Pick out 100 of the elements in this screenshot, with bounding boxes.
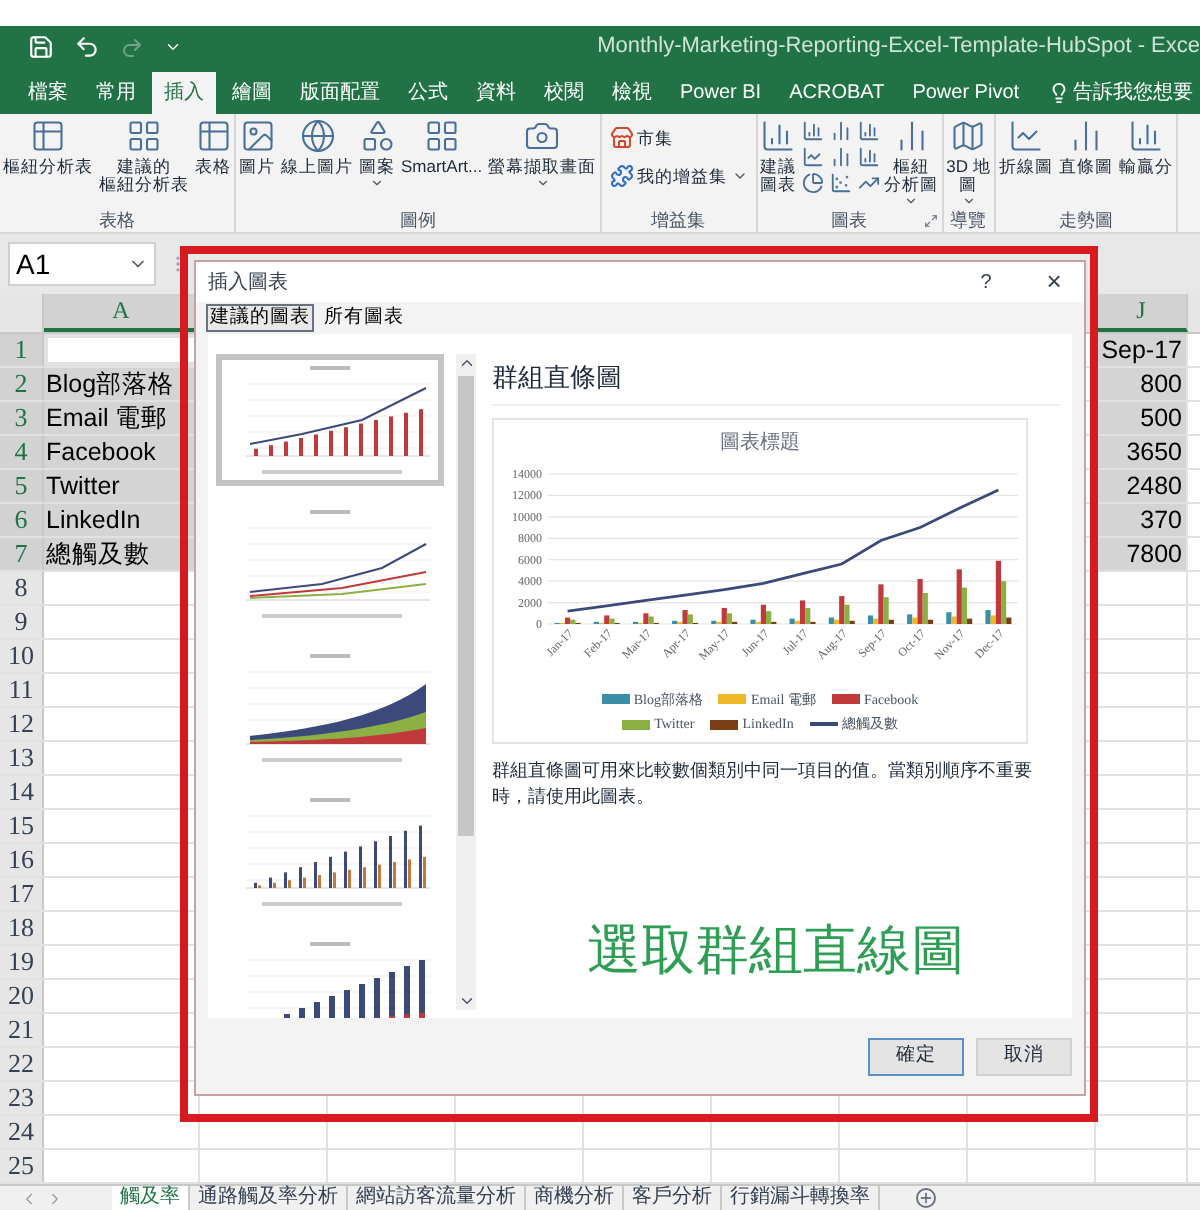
ok-button[interactable]: 確定	[868, 1037, 964, 1075]
dialog-tab[interactable]: 所有圖表	[320, 304, 408, 332]
scrollbar-thumb[interactable]	[458, 376, 474, 836]
chart-type-button[interactable]	[801, 120, 824, 142]
menu-tab[interactable]: 檢視	[600, 72, 664, 114]
row-header[interactable]: 6	[0, 504, 44, 536]
ribbon-button[interactable]: 建議的 樞紐分析表	[96, 114, 192, 194]
sheet-tab[interactable]: 商機分析	[526, 1186, 624, 1210]
ribbon-button[interactable]: 表格	[192, 114, 234, 176]
tell-me-field[interactable]: 告訴我您想要	[1073, 78, 1194, 108]
menu-tab[interactable]: Power BI	[668, 72, 774, 114]
chart-type-button[interactable]	[857, 172, 880, 194]
scrollbar[interactable]	[456, 354, 476, 1010]
add-sheet-icon[interactable]	[916, 1188, 936, 1208]
row-header[interactable]: 12	[0, 708, 44, 740]
chart-type-button[interactable]	[829, 172, 852, 194]
row-header[interactable]: 16	[0, 844, 44, 876]
sheet-tab[interactable]: 行銷漏斗轉換率	[722, 1186, 880, 1210]
sheet-tab[interactable]: 網站訪客流量分析	[348, 1186, 526, 1210]
table-icon	[195, 118, 231, 154]
ribbon-button[interactable]: 市集	[609, 126, 748, 152]
chart-type-button[interactable]	[829, 120, 852, 142]
ribbon-button[interactable]: 線上圖片	[278, 114, 356, 176]
camera-icon	[524, 118, 561, 154]
legend-swatch	[831, 694, 860, 705]
chart-type-button[interactable]	[801, 146, 824, 168]
column-header[interactable]: J	[1096, 294, 1188, 332]
ribbon-button[interactable]: 螢幕擷取畫面	[485, 114, 600, 190]
chart-type-button[interactable]	[857, 120, 880, 142]
store-icon	[609, 126, 634, 151]
ribbon-button[interactable]: 3D 地 圖	[943, 114, 994, 208]
ribbon-button[interactable]: 直條圖	[1055, 114, 1116, 176]
row-header[interactable]: 11	[0, 674, 44, 706]
row-header[interactable]: 2	[0, 368, 44, 400]
row-header[interactable]: 15	[0, 810, 44, 842]
row-header[interactable]: 20	[0, 980, 44, 1012]
row-header[interactable]: 1	[0, 334, 44, 366]
row-header[interactable]: 22	[0, 1048, 44, 1080]
ribbon-button[interactable]: 樞紐 分析圖	[881, 114, 942, 208]
menu-tab[interactable]: 資料	[464, 72, 528, 114]
sheet-tab[interactable]: 通路觸及率分析	[190, 1186, 348, 1210]
caret-icon	[370, 176, 384, 190]
menu-tab[interactable]: 常用	[84, 72, 148, 114]
row-header[interactable]: 7	[0, 538, 44, 570]
ribbon-group-label: 圖例	[399, 208, 436, 232]
chart-type-icon	[829, 120, 852, 142]
table-cell: 7800	[1096, 538, 1188, 570]
row-header[interactable]: 10	[0, 640, 44, 672]
menu-tab[interactable]: ACROBAT	[777, 72, 897, 114]
row-header[interactable]: 24	[0, 1116, 44, 1148]
sheet-tab[interactable]: 客戶分析	[624, 1186, 722, 1210]
row-header[interactable]: 21	[0, 1014, 44, 1046]
cancel-button[interactable]: 取消	[976, 1037, 1072, 1075]
row-header[interactable]: 5	[0, 470, 44, 502]
save-icon[interactable]	[28, 34, 54, 60]
puzzle-icon	[609, 164, 634, 189]
row-header[interactable]: 18	[0, 912, 44, 944]
row-header[interactable]: 23	[0, 1082, 44, 1114]
ribbon-button[interactable]: 圖案	[356, 114, 398, 190]
chart-type-button[interactable]	[857, 146, 880, 168]
sheet-tab[interactable]: 觸及率	[112, 1186, 190, 1210]
scroll-down-icon[interactable]	[457, 992, 475, 1010]
dialog-launcher-icon[interactable]	[923, 214, 938, 228]
chart-type-heading: 群組直條圖	[492, 358, 1060, 405]
help-button[interactable]: ?	[968, 267, 1004, 297]
chart-type-icon	[829, 172, 852, 194]
ribbon-button[interactable]: 輸贏分	[1115, 114, 1176, 176]
close-button[interactable]: ×	[1036, 262, 1072, 302]
menu-tab[interactable]: 插入	[152, 72, 216, 114]
row-header[interactable]: 14	[0, 776, 44, 808]
row-header[interactable]: 4	[0, 436, 44, 468]
undo-icon[interactable]	[74, 34, 100, 60]
row-header[interactable]: 25	[0, 1150, 44, 1182]
row-header[interactable]: 9	[0, 606, 44, 638]
row-header[interactable]: 3	[0, 402, 44, 434]
ribbon-button[interactable]: 樞紐分析表	[0, 114, 96, 176]
row-header[interactable]: 8	[0, 572, 44, 604]
menu-tab[interactable]: 版面配置	[288, 72, 392, 114]
menu-tab[interactable]: 公式	[396, 72, 460, 114]
menu-tab[interactable]: 繪圖	[220, 72, 284, 114]
ribbon-button[interactable]: 建議 圖表	[757, 114, 800, 194]
column-header[interactable]: A	[44, 294, 200, 332]
menu-tab[interactable]: 校閱	[532, 72, 596, 114]
ribbon-button[interactable]: 折線圖	[995, 114, 1056, 176]
chart-type-button[interactable]	[829, 146, 852, 168]
row-header[interactable]: 17	[0, 878, 44, 910]
customize-caret-icon[interactable]	[164, 38, 182, 56]
ribbon-button[interactable]: 我的增益集	[609, 163, 748, 189]
chart-type-button[interactable]	[801, 172, 824, 194]
ribbon-button[interactable]: SmartArt...	[398, 114, 486, 176]
row-header[interactable]: 13	[0, 742, 44, 774]
ribbon-group-label: 走勢圖	[1058, 208, 1113, 232]
ribbon-button[interactable]: 圖片	[236, 114, 278, 176]
dialog-tab[interactable]: 建議的圖表	[206, 304, 314, 332]
menu-tab[interactable]: 檔案	[16, 72, 80, 114]
menu-tab[interactable]: Power Pivot	[900, 72, 1032, 114]
name-box[interactable]: A1	[8, 242, 156, 286]
scroll-up-icon[interactable]	[457, 354, 475, 372]
row-header[interactable]: 19	[0, 946, 44, 978]
table-cell: Facebook	[44, 436, 200, 468]
